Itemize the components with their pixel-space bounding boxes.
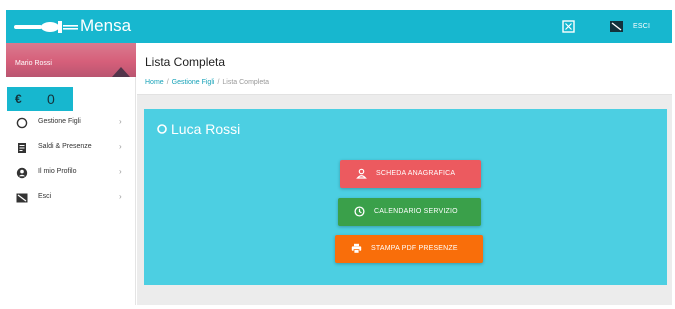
logout-link[interactable]: ESCI [633,23,650,30]
sidebar-item-label: Esci [38,193,52,200]
user-name: Mario Rossi [15,60,52,67]
scheda-anagrafica-button[interactable]: SCHEDA ANAGRAFICA [340,160,481,188]
sidebar-item-label: Saldi & Presenze [38,143,92,150]
person-icon [356,168,367,179]
credit-badge: € 0 [7,87,73,111]
chevron-right-icon: › [119,117,122,126]
button-label: STAMPA PDF PRESENZE [371,245,458,252]
exit-icon[interactable] [610,20,623,33]
calendario-servizio-button[interactable]: CALENDARIO SERVIZIO [338,198,481,226]
breadcrumb-gestione-figli[interactable]: Gestione Figli [172,79,215,86]
cutlery-logo-icon [14,21,78,33]
profile-banner: Mario Rossi [6,43,136,77]
child-card: Luca Rossi SCHEDA ANAGRAFICA CALENDARIO … [144,109,667,285]
chevron-right-icon: › [119,167,122,176]
breadcrumb-separator: / [166,79,169,86]
sidebar-item-gestione-figli[interactable]: Gestione Figli › [6,114,136,134]
breadcrumb: Home / Gestione Figli / Lista Completa [145,79,269,86]
document-icon [18,143,26,153]
child-name: Luca Rossi [171,121,241,137]
breadcrumb-home[interactable]: Home [145,79,164,86]
sidebar: Mario Rossi € 0 Gestione Figli › Saldi &… [6,43,136,305]
printer-icon [351,243,362,254]
exit-icon [16,193,28,203]
page-title: Lista Completa [145,55,226,69]
chevron-right-icon: › [119,192,122,201]
circle-outline-icon [16,117,28,129]
button-label: CALENDARIO SERVIZIO [374,208,458,215]
sidebar-item-label: Gestione Figli [38,118,81,125]
app-title: Mensa [80,16,132,35]
circle-outline-icon [157,124,167,134]
credit-value: 0 [47,91,55,107]
top-bar: Mensa ESCI [6,10,672,43]
currency-symbol: € [15,92,22,106]
clock-icon [354,206,365,217]
sidebar-item-profilo[interactable]: Il mio Profilo › [6,164,136,184]
stampa-pdf-presenze-button[interactable]: STAMPA PDF PRESENZE [335,235,483,263]
main-content: Lista Completa Home / Gestione Figli / Lista… [137,43,672,305]
account-circle-icon [16,167,28,179]
sidebar-item-esci[interactable]: Esci › [6,189,136,209]
sidebar-item-label: Il mio Profilo [38,168,77,175]
sidebar-item-saldi-presenze[interactable]: Saldi & Presenze › [6,139,136,159]
fullscreen-icon[interactable] [562,20,575,33]
chevron-right-icon: › [119,142,122,151]
breadcrumb-separator: / [217,79,220,86]
button-label: SCHEDA ANAGRAFICA [376,170,456,177]
breadcrumb-current: Lista Completa [222,79,270,86]
banner-mountain-decoration [112,67,130,77]
page-header: Lista Completa Home / Gestione Figli / Lista… [137,43,672,95]
